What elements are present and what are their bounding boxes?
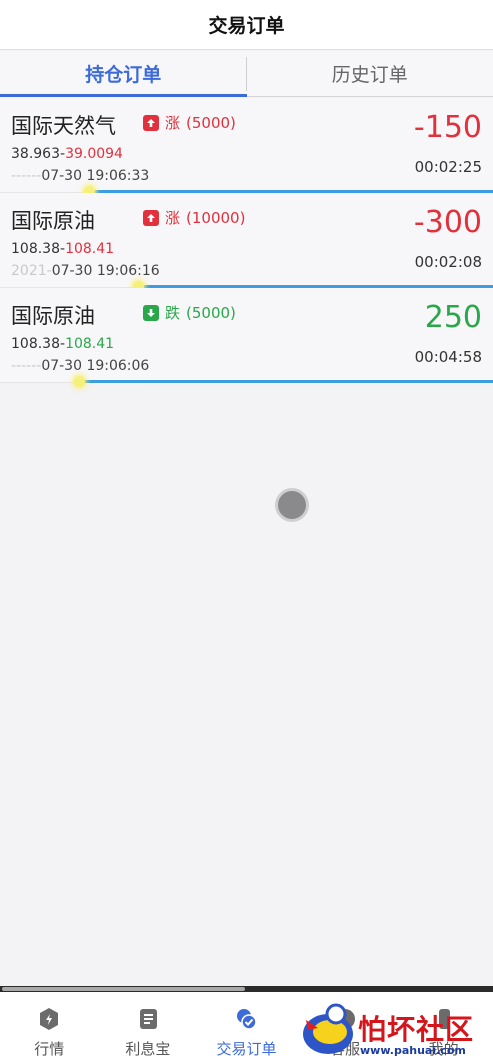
order-list: 国际天然气 涨 (5000) 38.963-39.0094 ------07-3… xyxy=(0,98,493,387)
watermark-logo-icon xyxy=(303,1003,353,1054)
open-price: 108.38 xyxy=(11,241,60,257)
floating-assistive-button[interactable] xyxy=(275,488,309,522)
product-name: 国际天然气 xyxy=(11,114,116,138)
nav-label: 利息宝 xyxy=(125,1040,171,1058)
tab-divider xyxy=(246,57,247,91)
order-time: ------07-30 19:06:33 xyxy=(11,168,149,184)
order-time: 2021-07-30 19:06:16 xyxy=(11,263,160,279)
arrow-down-icon xyxy=(143,304,159,321)
progress-fill xyxy=(79,380,493,383)
product-name: 国际原油 xyxy=(11,209,95,233)
direction-badge: 涨 (10000) xyxy=(143,207,245,228)
order-row[interactable]: 国际原油 涨 (10000) 108.38-108.41 2021-07-30 … xyxy=(0,193,493,292)
order-date-hidden: ------ xyxy=(11,168,42,184)
tab-open-orders[interactable]: 持仓订单 xyxy=(0,51,247,97)
order-time: ------07-30 19:06:06 xyxy=(11,358,149,374)
scrollbar-thumb[interactable] xyxy=(2,987,245,991)
watermark: 怕坏社区 www.pahuai.com xyxy=(298,1000,493,1064)
tab-history-orders[interactable]: 历史订单 xyxy=(247,51,493,96)
price-range: 108.38-108.41 xyxy=(11,336,114,352)
current-price: 108.41 xyxy=(65,241,115,257)
app-root: 交易订单 持仓订单 历史订单 国际天然气 涨 (5000) 38.963-39.… xyxy=(0,0,493,1064)
direction-label: 涨 xyxy=(165,114,181,132)
order-row[interactable]: 国际天然气 涨 (5000) 38.963-39.0094 ------07-3… xyxy=(0,98,493,197)
page-title: 交易订单 xyxy=(208,15,285,37)
watermark-url: www.pahuai.com xyxy=(360,1044,466,1057)
order-progress xyxy=(0,376,493,387)
header: 交易订单 xyxy=(0,0,493,50)
product-name: 国际原油 xyxy=(11,304,95,328)
price-range: 108.38-108.41 xyxy=(11,241,114,257)
nav-item-orders[interactable]: 交易订单 xyxy=(197,992,296,1064)
order-date-hidden: 2021- xyxy=(11,263,52,279)
open-price: 38.963 xyxy=(11,146,60,162)
current-price: 39.0094 xyxy=(65,146,123,162)
arrow-up-icon xyxy=(143,209,159,226)
direction-label: 跌 xyxy=(165,304,181,322)
order-tabs: 持仓订单 历史订单 xyxy=(0,51,493,97)
current-price: 108.41 xyxy=(65,336,115,352)
countdown: 00:04:58 xyxy=(414,348,482,366)
progress-knob xyxy=(74,376,85,387)
order-datetime: 07-30 19:06:16 xyxy=(51,263,160,279)
watermark-text: 怕坏社区 xyxy=(358,1013,475,1046)
order-quantity: (10000) xyxy=(186,208,246,227)
nav-item-market[interactable]: 行情 xyxy=(0,992,99,1064)
price-range: 38.963-39.0094 xyxy=(11,146,123,162)
countdown: 00:02:08 xyxy=(414,253,482,271)
direction-badge: 跌 (5000) xyxy=(143,302,236,323)
nav-label: 交易订单 xyxy=(216,1040,277,1058)
interest-icon xyxy=(139,1009,157,1029)
arrow-up-icon xyxy=(143,114,159,131)
order-datetime: 07-30 19:06:33 xyxy=(41,168,150,184)
nav-label: 行情 xyxy=(34,1040,65,1058)
order-quantity: (5000) xyxy=(186,113,236,132)
profit-loss: 250 xyxy=(424,300,482,335)
open-price: 108.38 xyxy=(11,336,60,352)
order-datetime: 07-30 19:06:06 xyxy=(41,358,150,374)
order-row[interactable]: 国际原油 跌 (5000) 108.38-108.41 ------07-30 … xyxy=(0,288,493,387)
direction-badge: 涨 (5000) xyxy=(143,112,236,133)
nav-item-interest[interactable]: 利息宝 xyxy=(99,992,198,1064)
direction-label: 涨 xyxy=(165,209,181,227)
profit-loss: -300 xyxy=(413,205,482,240)
order-quantity: (5000) xyxy=(186,303,236,322)
countdown: 00:02:25 xyxy=(414,158,482,176)
orders-icon xyxy=(237,1009,258,1030)
market-icon xyxy=(40,1008,59,1030)
profit-loss: -150 xyxy=(413,110,482,145)
order-date-hidden: ------ xyxy=(11,358,42,374)
